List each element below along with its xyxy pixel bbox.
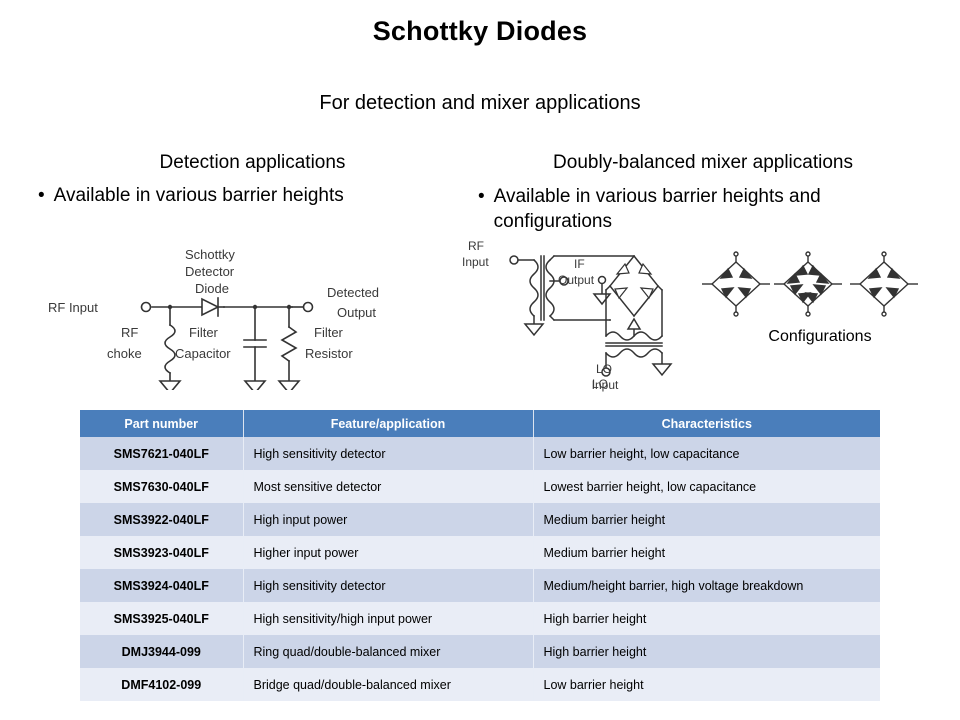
table-header-row: Part number Feature/application Characte… [80, 410, 880, 437]
slide: Schottky Diodes For detection and mixer … [0, 0, 960, 720]
detector-label-detected: Detected [327, 285, 379, 300]
detector-label-schottky: Schottky [185, 247, 235, 262]
cell-characteristics: Lowest barrier height, low capacitance [533, 470, 880, 503]
detector-label-output: Output [337, 305, 376, 320]
cell-feature: High sensitivity detector [243, 569, 534, 602]
configurations-label: Configurations [768, 328, 872, 345]
column-header-characteristics: Characteristics [533, 410, 880, 437]
cell-feature: Most sensitive detector [243, 470, 534, 503]
detector-label-filter-cap-2: Capacitor [175, 346, 231, 361]
cell-part-number: SMS3922-040LF [80, 503, 244, 536]
mixer-label-if-1: IF [574, 257, 585, 271]
table-row: SMS3922-040LF High input power Medium ba… [80, 503, 880, 536]
cell-characteristics: Medium barrier height [533, 503, 880, 536]
cell-part-number: SMS7630-040LF [80, 470, 244, 503]
mixer-bullet: • Available in various barrier heights a… [478, 184, 928, 234]
table-row: SMS3923-040LF Higher input power Medium … [80, 536, 880, 569]
cell-feature: High sensitivity detector [243, 437, 534, 470]
table-row: DMF4102-099 Bridge quad/double-balanced … [80, 668, 880, 701]
cell-part-number: SMS3924-040LF [80, 569, 244, 602]
table-row: SMS7621-040LF High sensitivity detector … [80, 437, 880, 470]
table-row: SMS3925-040LF High sensitivity/high inpu… [80, 602, 880, 635]
cell-feature: Higher input power [243, 536, 534, 569]
page-subtitle: For detection and mixer applications [319, 92, 641, 114]
cell-feature: High sensitivity/high input power [243, 602, 534, 635]
cell-characteristics: High barrier height [533, 635, 880, 668]
detection-bullet: • Available in various barrier heights [38, 183, 468, 208]
bullet-marker-icon: • [38, 185, 45, 206]
detector-label-rf-input: RF Input [48, 300, 98, 315]
mixer-circuit-diagram: RF Input IF Output LO LO Input [462, 236, 702, 392]
cell-characteristics: High barrier height [533, 602, 880, 635]
detector-label-diode: Diode [195, 281, 229, 296]
cell-part-number: SMS3923-040LF [80, 536, 244, 569]
detector-label-detector: Detector [185, 264, 235, 279]
cell-part-number: SMS7621-040LF [80, 437, 244, 470]
cell-part-number: DMF4102-099 [80, 668, 244, 701]
detector-label-filter-res-2: Resistor [305, 346, 353, 361]
mixer-label-lo-input-1: LO [595, 362, 612, 376]
mixer-label-rf-1: RF [468, 239, 484, 253]
table-row: DMJ3944-099 Ring quad/double-balanced mi… [80, 635, 880, 668]
detector-label-filter-cap-1: Filter [189, 325, 219, 340]
detector-label-choke: choke [107, 346, 142, 361]
table-row: SMS3924-040LF High sensitivity detector … [80, 569, 880, 602]
detection-column-heading: Detection applications [159, 152, 346, 173]
detection-bullet-text: Available in various barrier heights [53, 185, 344, 206]
parts-table: Part number Feature/application Characte… [80, 410, 880, 701]
detector-label-rf: RF [121, 325, 138, 340]
cell-feature: Bridge quad/double-balanced mixer [243, 668, 534, 701]
cell-characteristics: Low barrier height [533, 668, 880, 701]
column-header-part-number: Part number [80, 410, 244, 437]
parts-table-wrapper: Part number Feature/application Characte… [80, 410, 880, 701]
table-row: SMS7630-040LF Most sensitive detector Lo… [80, 470, 880, 503]
mixer-column-heading: Doubly-balanced mixer applications [553, 152, 853, 173]
cell-part-number: SMS3925-040LF [80, 602, 244, 635]
mixer-label-if-2: Output [558, 273, 595, 287]
cell-part-number: DMJ3944-099 [80, 635, 244, 668]
mixer-label-lo-input-2: Input [591, 378, 619, 392]
cell-feature: Ring quad/double-balanced mixer [243, 635, 534, 668]
cell-feature: High input power [243, 503, 534, 536]
page-title: Schottky Diodes [372, 16, 588, 46]
detector-label-filter-res-1: Filter [314, 325, 344, 340]
cell-characteristics: Medium/height barrier, high voltage brea… [533, 569, 880, 602]
configurations-diagram [700, 250, 940, 322]
mixer-label-rf-2: Input [462, 255, 489, 269]
column-header-feature: Feature/application [243, 410, 534, 437]
mixer-bullet-text: Available in various barrier heights and… [493, 186, 821, 232]
cell-characteristics: Medium barrier height [533, 536, 880, 569]
bullet-marker-icon: • [478, 186, 485, 207]
cell-characteristics: Low barrier height, low capacitance [533, 437, 880, 470]
detector-circuit-diagram: RF Input Schottky Detector Diode Detecte… [42, 245, 462, 390]
